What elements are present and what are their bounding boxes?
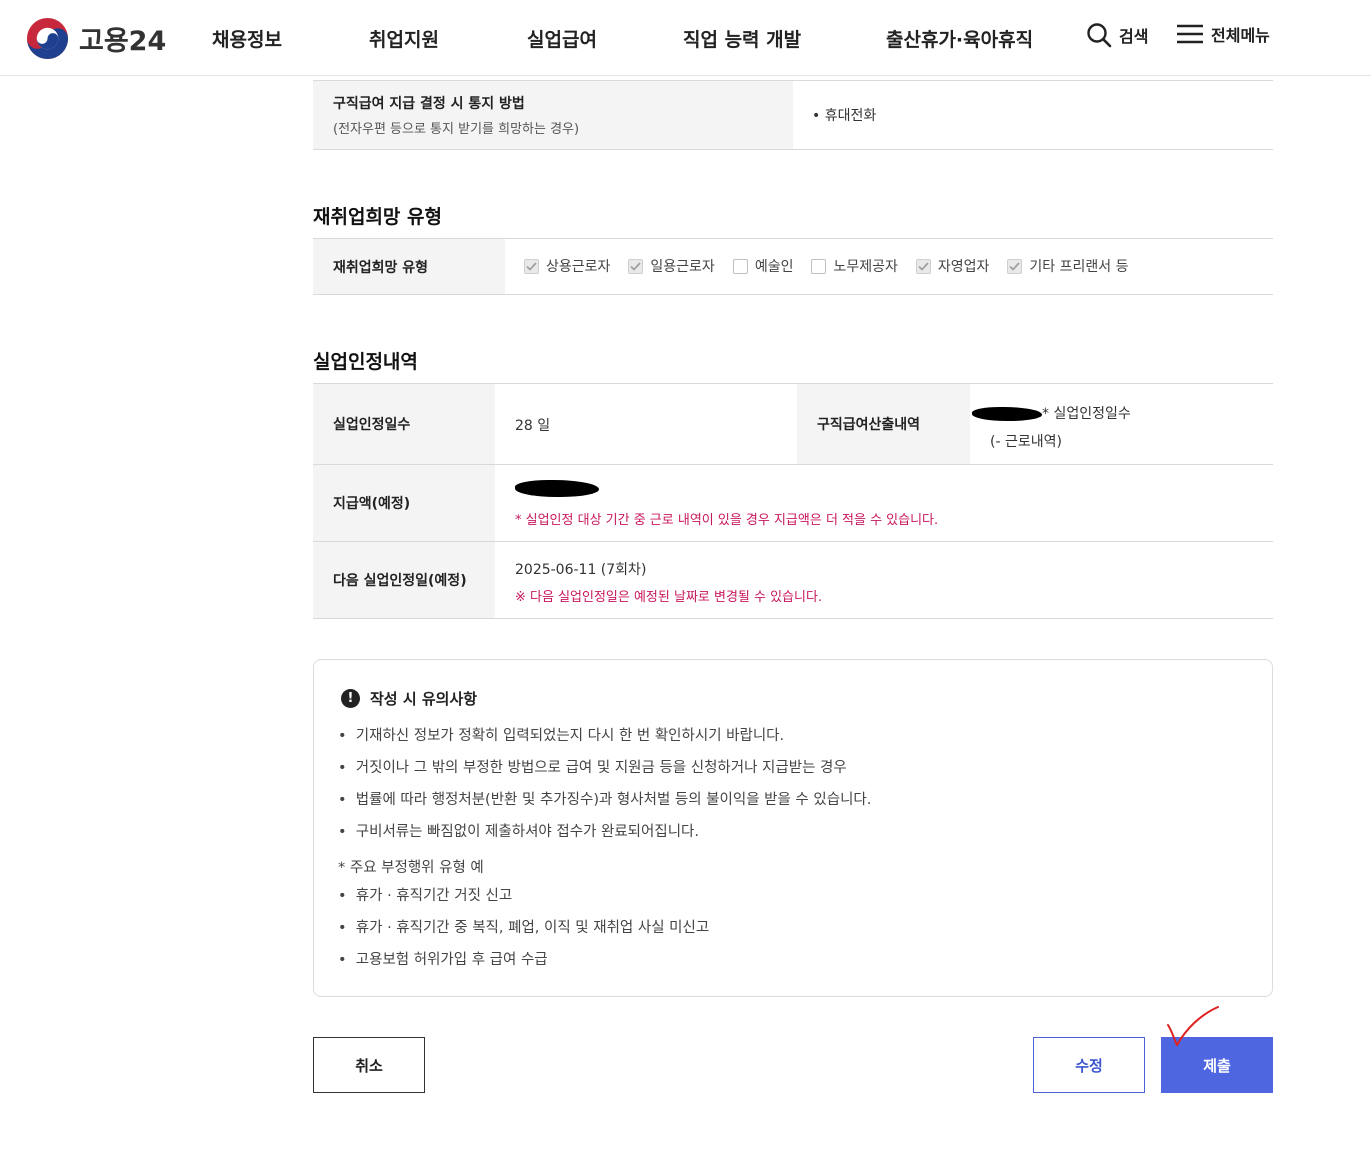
reemployment-option-checkbox[interactable]: 상용근로자: [524, 256, 610, 276]
payment-amount-value: [515, 480, 599, 501]
reemployment-option-checkbox[interactable]: 일용근로자: [628, 256, 715, 276]
nav-item-vocational-training[interactable]: 직업 능력 개발: [683, 25, 801, 52]
red-checkmark-annotation-icon: [1167, 1006, 1219, 1046]
notice-item: • 구비서류는 빠짐없이 제출하셔야 접수가 완료되어집니다.: [338, 824, 699, 840]
recognition-days-header: 실업인정일수: [313, 384, 495, 464]
divider: [313, 618, 1273, 619]
benefit-calculation-formula: * 실업인정일수: [1042, 406, 1131, 422]
notice-title: ! 작성 시 유의사항: [341, 688, 477, 709]
reemployment-option-label: 노무제공자: [833, 259, 898, 275]
checkbox-checked-icon[interactable]: [1007, 258, 1023, 274]
reemployment-option-label: 상용근로자: [546, 259, 611, 275]
next-recognition-date-value: 2025-06-11 (7회차): [515, 562, 647, 578]
benefit-calculation-work-note: (- 근로내역): [990, 434, 1062, 450]
redacted-amount: [972, 407, 1042, 421]
cancel-button[interactable]: 취소: [313, 1037, 425, 1093]
nav-item-employment-support[interactable]: 취업지원: [369, 25, 439, 52]
recognition-days-value: 28 일: [515, 418, 551, 434]
logo-text: 고용24: [79, 26, 167, 57]
reemployment-type-options: 상용근로자 일용근로자 예술인 노무제공자 자영업자 기타 프리랜서 등: [524, 256, 1146, 276]
checkbox-checked-icon[interactable]: [524, 258, 539, 274]
notice-item: • 거짓이나 그 밖의 부정한 방법으로 급여 및 지원금 등을 신청하거나 지…: [338, 760, 847, 776]
checkbox-checked-icon[interactable]: [915, 258, 931, 274]
section-title-recognition: 실업인정내역: [313, 351, 418, 373]
notice-item: • 법률에 따라 행정처분(반환 및 추가징수)과 형사처벌 등의 불이익을 받…: [338, 792, 872, 808]
notice-item: • 기재하신 정보가 정확히 입력되었는지 다시 한 번 확인하시기 바랍니다.: [338, 728, 785, 744]
reemployment-option-checkbox[interactable]: 노무제공자: [811, 256, 898, 276]
notify-method-value-text: 휴대전화: [824, 108, 877, 124]
hamburger-menu-icon: [1177, 24, 1203, 44]
search-icon: [1087, 23, 1112, 48]
reemployment-option-checkbox[interactable]: 예술인: [732, 256, 794, 276]
notify-method-label: 구직급여 지급 결정 시 통지 방법: [333, 96, 525, 112]
reemployment-option-label: 기타 프리랜서 등: [1029, 259, 1129, 275]
notice-example: • 휴가 · 휴직기간 중 복직, 폐업, 이직 및 재취업 사실 미신고: [338, 920, 710, 936]
nav-item-jobs[interactable]: 채용정보: [212, 25, 282, 52]
redacted-amount: [515, 480, 599, 497]
notice-example: • 휴가 · 휴직기간 거짓 신고: [338, 888, 513, 904]
next-recognition-date-note: ※ 다음 실업인정일은 예정된 날짜로 변경될 수 있습니다.: [515, 590, 823, 605]
notice-example: • 고용보험 허위가입 후 급여 수급: [338, 952, 548, 968]
divider: [313, 149, 1273, 150]
reemployment-option-checkbox[interactable]: 기타 프리랜서 등: [1007, 256, 1128, 276]
nav-item-parental-leave[interactable]: 출산휴가·육아휴직: [886, 25, 1033, 52]
search-label: 검색: [1119, 27, 1149, 46]
nav-item-unemployment-benefit[interactable]: 실업급여: [527, 25, 597, 52]
notify-method-sublabel: (전자우편 등으로 통지 받기를 희망하는 경우): [333, 122, 580, 137]
logo[interactable]: 고용24: [26, 17, 166, 60]
benefit-calculation-value: * 실업인정일수 (- 근로내역): [972, 400, 1131, 456]
edit-button[interactable]: 수정: [1033, 1037, 1145, 1093]
notify-method-value: • 휴대전화: [812, 108, 877, 124]
notify-method-header: 구직급여 지급 결정 시 통지 방법 (전자우편 등으로 통지 받기를 희망하는…: [313, 81, 793, 149]
checkbox-checked-icon[interactable]: [628, 258, 644, 274]
checkbox-unchecked-icon[interactable]: [811, 258, 827, 274]
reemployment-option-label: 자영업자: [937, 259, 990, 275]
site-header: 고용24 채용정보 취업지원 실업급여 직업 능력 개발 출산휴가·육아휴직 검…: [0, 0, 1371, 76]
reemployment-option-label: 예술인: [754, 259, 794, 275]
reemployment-type-header: 재취업희망 유형: [313, 239, 505, 294]
all-menu-button[interactable]: 전체메뉴: [1176, 22, 1270, 46]
section-title-reemployment: 재취업희망 유형: [313, 206, 442, 228]
checkbox-unchecked-icon[interactable]: [732, 258, 748, 274]
benefit-calculation-header: 구직급여산출내역: [797, 384, 970, 464]
next-recognition-date-header: 다음 실업인정일(예정): [313, 542, 495, 618]
search-button[interactable]: 검색: [1086, 22, 1148, 48]
exclamation-icon: !: [341, 689, 360, 708]
notice-box: ! 작성 시 유의사항 • 기재하신 정보가 정확히 입력되었는지 다시 한 번…: [313, 659, 1273, 997]
notice-subheading: * 주요 부정행위 유형 예: [338, 860, 484, 876]
divider: [313, 294, 1273, 295]
reemployment-option-checkbox[interactable]: 자영업자: [915, 256, 990, 276]
notice-title-text: 작성 시 유의사항: [370, 690, 478, 708]
payment-amount-note: * 실업인정 대상 기간 중 근로 내역이 있을 경우 지급액은 더 적을 수 …: [515, 513, 939, 528]
taegeuk-logo-icon: [26, 17, 69, 60]
payment-amount-header: 지급액(예정): [313, 465, 495, 541]
all-menu-label: 전체메뉴: [1211, 26, 1270, 45]
reemployment-option-label: 일용근로자: [650, 259, 715, 275]
